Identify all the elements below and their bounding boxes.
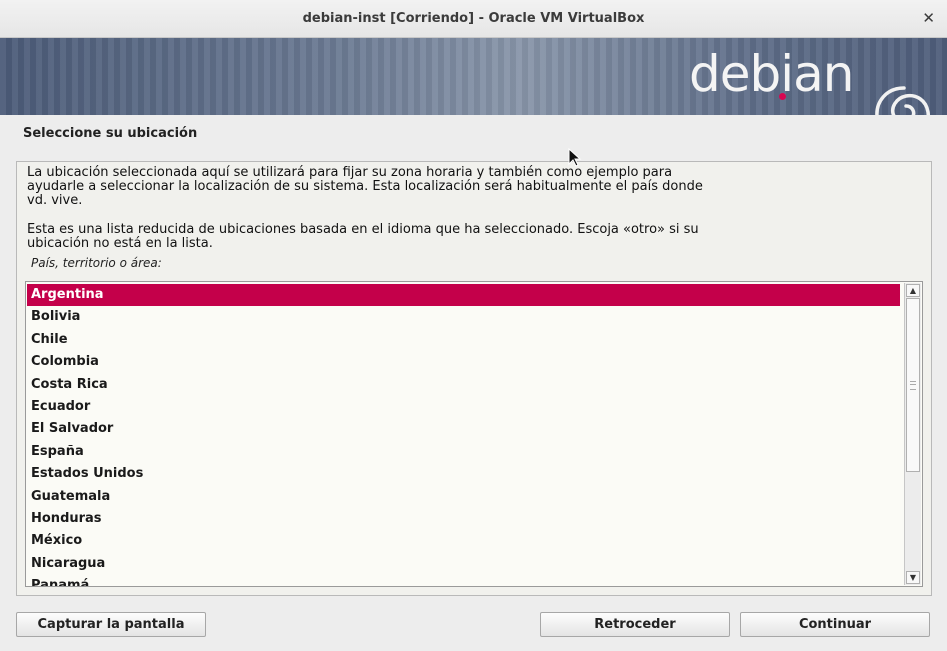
country-list-item[interactable]: Bolivia	[27, 306, 900, 328]
screenshot-button[interactable]: Capturar la pantalla	[16, 612, 206, 637]
scrollbar-thumb[interactable]	[906, 298, 920, 472]
description-paragraph-2: Esta es una lista reducida de ubicacione…	[27, 222, 699, 251]
continue-button[interactable]: Continuar	[740, 612, 930, 637]
back-button[interactable]: Retroceder	[540, 612, 730, 637]
country-list-item[interactable]: Estados Unidos	[27, 463, 900, 485]
country-field-label: País, territorio o área:	[31, 256, 162, 270]
country-list-item[interactable]: México	[27, 530, 900, 552]
close-icon[interactable]: ✕	[922, 9, 935, 27]
debian-logo-dot	[779, 93, 786, 100]
scroll-down-arrow-icon[interactable]: ▼	[906, 571, 920, 584]
content-panel: La ubicación seleccionada aquí se utiliz…	[16, 161, 932, 596]
country-list-item[interactable]: El Salvador	[27, 418, 900, 440]
country-listbox[interactable]: Argentina Bolivia Chile Colombia Costa Rica E…	[25, 281, 923, 587]
country-list-item[interactable]: Chile	[27, 329, 900, 351]
scroll-up-arrow-icon[interactable]: ▲	[906, 284, 920, 297]
mouse-pointer-icon	[568, 148, 582, 167]
description-paragraph-1: La ubicación seleccionada aquí se utiliz…	[27, 165, 703, 208]
debian-logo-text: debian	[689, 45, 854, 103]
country-list-item[interactable]: España	[27, 441, 900, 463]
installer-page: Seleccione su ubicación La ubicación sel…	[0, 115, 947, 651]
country-list-item[interactable]: Honduras	[27, 508, 900, 530]
page-title: Seleccione su ubicación	[23, 126, 198, 141]
country-list-item[interactable]: Nicaragua	[27, 553, 900, 575]
country-list-item[interactable]: Costa Rica	[27, 374, 900, 396]
window-title: debian-inst [Corriendo] - Oracle VM Virt…	[302, 11, 645, 26]
debian-swirl-icon	[875, 86, 930, 115]
country-list-item[interactable]: Argentina	[27, 284, 900, 307]
list-scrollbar[interactable]: ▲ ▼	[904, 283, 921, 585]
grip-icon	[910, 381, 916, 390]
country-list-item[interactable]: Panamá	[27, 575, 900, 586]
debian-banner: debian	[0, 38, 947, 115]
country-list: Argentina Bolivia Chile Colombia Costa Rica E…	[27, 284, 900, 586]
country-list-item[interactable]: Guatemala	[27, 486, 900, 508]
country-list-item[interactable]: Colombia	[27, 351, 900, 373]
window-titlebar: debian-inst [Corriendo] - Oracle VM Virt…	[0, 0, 947, 38]
country-list-item[interactable]: Ecuador	[27, 396, 900, 418]
